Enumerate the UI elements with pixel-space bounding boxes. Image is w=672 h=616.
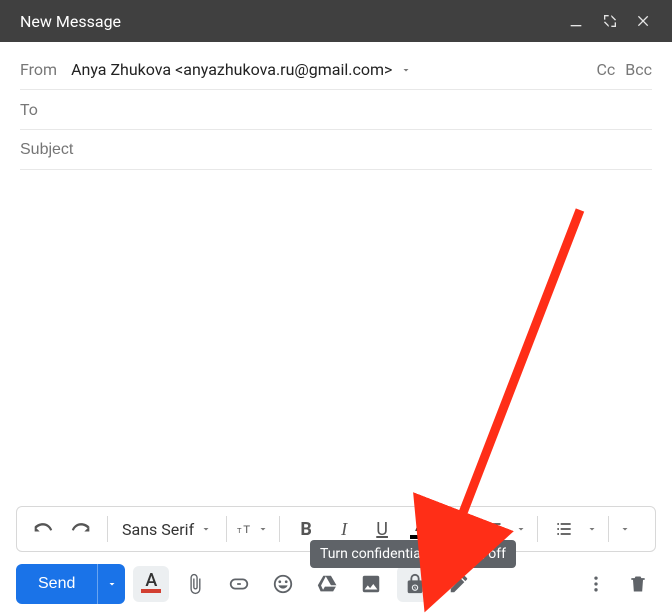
letter-A-icon: A bbox=[145, 575, 157, 587]
chevron-down-icon[interactable] bbox=[515, 520, 527, 539]
underline-button[interactable]: U bbox=[366, 513, 398, 545]
more-options-button[interactable] bbox=[578, 566, 614, 602]
italic-button[interactable]: I bbox=[328, 513, 360, 545]
chevron-down-icon bbox=[257, 520, 269, 539]
subject-row[interactable] bbox=[20, 130, 652, 170]
from-label: From bbox=[20, 60, 57, 79]
separator bbox=[107, 516, 108, 542]
send-button[interactable]: Send bbox=[16, 564, 97, 604]
redo-button[interactable] bbox=[65, 513, 97, 545]
bcc-link[interactable]: Bcc bbox=[625, 60, 652, 79]
to-input[interactable] bbox=[52, 101, 652, 119]
bottom-toolbar: Send A Turn confidential bbox=[0, 552, 672, 616]
svg-text:T: T bbox=[237, 526, 242, 535]
send-options-button[interactable] bbox=[97, 564, 125, 604]
separator bbox=[226, 516, 227, 542]
insert-link-button[interactable] bbox=[221, 566, 257, 602]
send-group: Send bbox=[16, 564, 125, 604]
separator bbox=[537, 516, 538, 542]
to-label: To bbox=[20, 100, 38, 119]
header-fields: From Anya Zhukova <anyazhukova.ru@gmail.… bbox=[0, 42, 672, 170]
align-button[interactable] bbox=[477, 513, 509, 545]
minimize-button[interactable] bbox=[562, 7, 590, 35]
fullscreen-button[interactable] bbox=[596, 7, 624, 35]
confidential-mode-button[interactable] bbox=[397, 566, 433, 602]
text-color-bar bbox=[410, 535, 432, 539]
text-color-A-icon: A bbox=[415, 519, 427, 533]
titlebar: New Message bbox=[0, 0, 672, 42]
undo-button[interactable] bbox=[27, 513, 59, 545]
chevron-down-icon[interactable] bbox=[586, 520, 598, 539]
insert-signature-button[interactable] bbox=[441, 566, 477, 602]
attach-file-button[interactable] bbox=[177, 566, 213, 602]
font-size-button[interactable]: T T bbox=[237, 513, 269, 545]
insert-photo-button[interactable] bbox=[353, 566, 389, 602]
text-color-button[interactable]: A bbox=[404, 519, 438, 539]
bold-button[interactable]: B bbox=[290, 513, 322, 545]
chevron-down-icon[interactable] bbox=[444, 520, 456, 539]
insert-emoji-button[interactable] bbox=[265, 566, 301, 602]
to-row[interactable]: To bbox=[20, 90, 652, 130]
from-value[interactable]: Anya Zhukova <anyazhukova.ru@gmail.com> bbox=[71, 60, 392, 79]
separator bbox=[608, 516, 609, 542]
separator bbox=[279, 516, 280, 542]
discard-draft-button[interactable] bbox=[620, 566, 656, 602]
list-button[interactable] bbox=[548, 513, 580, 545]
font-family-select[interactable]: Sans Serif bbox=[118, 520, 216, 539]
message-body-editor[interactable] bbox=[20, 180, 652, 496]
svg-text:T: T bbox=[243, 524, 250, 536]
from-row: From Anya Zhukova <anyazhukova.ru@gmail.… bbox=[20, 50, 652, 90]
formatting-options-button[interactable]: A bbox=[133, 566, 169, 602]
window-title: New Message bbox=[20, 12, 121, 31]
message-body-area[interactable] bbox=[0, 170, 672, 506]
subject-input[interactable] bbox=[20, 141, 652, 159]
formatting-toolbar: Sans Serif T T B I U A bbox=[16, 506, 656, 552]
font-family-label: Sans Serif bbox=[122, 520, 194, 539]
separator bbox=[466, 516, 467, 542]
from-dropdown-icon[interactable] bbox=[400, 64, 412, 76]
chevron-down-icon bbox=[200, 520, 212, 539]
more-formatting-button[interactable] bbox=[619, 520, 631, 539]
cc-link[interactable]: Cc bbox=[596, 60, 615, 79]
red-underline-bar bbox=[141, 589, 161, 593]
close-button[interactable] bbox=[630, 7, 658, 35]
insert-drive-button[interactable] bbox=[309, 566, 345, 602]
